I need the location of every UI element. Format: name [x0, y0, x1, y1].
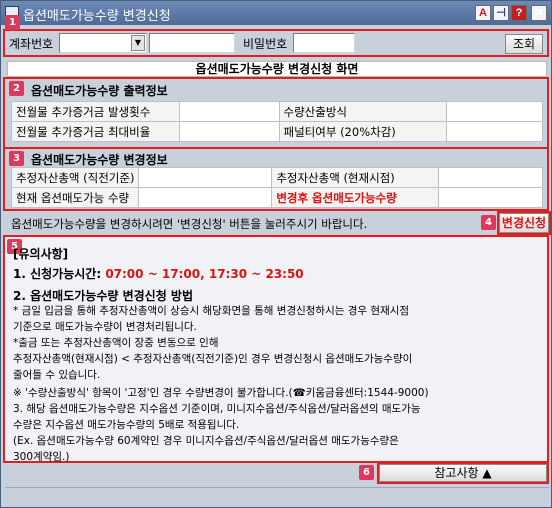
notice-item-2: 2. 옵션매도가능수량 변경신청 방법 [13, 289, 194, 303]
table-cell-value [138, 167, 273, 188]
change-info-title: 옵션매도가능수량 변경정보 [31, 153, 168, 167]
table-cell-label: 추정자산총액 (현재시점) [271, 167, 440, 188]
table-cell-label: 수량산출방식 [278, 101, 448, 122]
table-row: 추정자산총액 (직전기준) 추정자산총액 (현재시점) [10, 167, 543, 188]
window-title: 옵션매도가능수량 변경신청 [23, 9, 171, 24]
chevron-down-icon[interactable]: ▼ [131, 35, 145, 51]
screen-header: 옵션매도가능수량 변경신청 화면 [7, 61, 547, 77]
table-cell-value [178, 121, 280, 142]
table-cell-value [446, 121, 543, 142]
account-name-field [149, 33, 235, 53]
notice-line: ※ '수량산출방식' 항목이 '고정'인 경우 수량변경이 불가합니다.(☎키움… [13, 387, 429, 399]
badge-6: 6 [359, 465, 374, 480]
notice-line: 줄어들 수 있습니다. [13, 369, 101, 381]
notice-item-1-time: 07:00 ~ 17:00, 17:30 ~ 23:50 [105, 267, 304, 281]
notice-line: 추정자산총액(현재시점) < 추정자산총액(직전기준)인 경우 변경신청시 옵션… [13, 353, 413, 365]
notice-line: 수량은 지수옵션 매도가능수량의 5배로 적용됩니다. [13, 419, 240, 431]
account-select[interactable]: ▼ [59, 33, 147, 53]
notice-line: * 금일 입금을 통해 추정자산총액이 상승시 해당화면을 통해 변경신청하시는… [13, 305, 410, 317]
notice-line: (Ex. 옵션매도가능수량 60계약인 경우 미니지수옵션/주식옵션/달러옵션 … [13, 435, 399, 447]
password-input[interactable] [293, 33, 355, 53]
output-info-table: 전월물 추가증거금 발생횟수 수량산출방식 전월물 추가증거금 최대비율 패널티… [11, 101, 543, 142]
notice-item-1: 1. 신청가능시간: 07:00 ~ 17:00, 17:30 ~ 23:50 [13, 265, 304, 282]
notice-line: *출금 또는 추정자산총액이 장중 변동으로 인해 [13, 337, 219, 349]
table-cell-label: 패널티여부 (20%차감) [278, 121, 448, 142]
table-row: 전월물 추가증거금 최대비율 패널티여부 (20%차감) [11, 121, 543, 142]
change-info-table: 추정자산총액 (직전기준) 추정자산총액 (현재시점) 현재 옵션매도가능 수량… [10, 167, 543, 208]
instruction-text: 옵션매도가능수량을 변경하시려면 '변경신청' 버튼을 눌러주시기 바랍니다. [11, 217, 368, 231]
table-row: 전월물 추가증거금 발생횟수 수량산출방식 [11, 101, 543, 122]
table-cell-label: 현재 옵션매도가능 수량 [10, 187, 140, 208]
font-a-icon[interactable]: A [475, 5, 491, 21]
table-cell-value [438, 187, 543, 208]
notice-line: 3. 해당 옵션매도가능수량은 지수옵션 기준이며, 미니지수옵션/주식옵션/달… [13, 403, 421, 415]
table-row: 현재 옵션매도가능 수량 변경후 옵션매도가능수량 [10, 187, 543, 208]
notice-title: [유의사항] [13, 247, 69, 261]
table-cell-value [178, 101, 280, 122]
reference-toggle-button[interactable]: 참고사항 ▲ [379, 464, 547, 482]
badge-4: 4 [481, 215, 496, 230]
badge-2: 2 [9, 81, 24, 96]
table-cell-label: 추정자산총액 (직전기준) [10, 167, 140, 188]
title-bar: 옵션매도가능수량 변경신청 A ⊣ ? ✕ [1, 1, 551, 25]
notice-item-1-label: 1. 신청가능시간: [13, 267, 106, 281]
badge-3: 3 [9, 151, 24, 166]
status-bar [5, 487, 549, 505]
badge-1: 1 [5, 15, 20, 30]
pin-icon[interactable]: ⊣ [493, 5, 509, 21]
account-label: 계좌번호 [9, 37, 54, 51]
close-icon[interactable]: ✕ [531, 5, 547, 21]
table-cell-label: 전월물 추가증거금 발생횟수 [11, 101, 180, 122]
table-cell-value [138, 187, 273, 208]
table-cell-value [446, 101, 543, 122]
notice-line: 300계약임.) [13, 451, 70, 463]
help-icon[interactable]: ? [511, 5, 527, 21]
table-cell-label: 변경후 옵션매도가능수량 [271, 187, 440, 208]
main-window: 옵션매도가능수량 변경신청 A ⊣ ? ✕ 1 계좌번호 ▼ 비밀번호 조회 옵… [0, 0, 552, 508]
search-button[interactable]: 조회 [505, 34, 543, 54]
table-cell-value [438, 167, 543, 188]
notice-line: 기준으로 매도가능수량이 변경처리됩니다. [13, 321, 197, 333]
output-info-title: 옵션매도가능수량 출력정보 [31, 84, 168, 98]
password-label: 비밀번호 [243, 37, 288, 51]
table-cell-label: 전월물 추가증거금 최대비율 [11, 121, 180, 142]
change-request-button[interactable]: 변경신청 [499, 213, 549, 233]
